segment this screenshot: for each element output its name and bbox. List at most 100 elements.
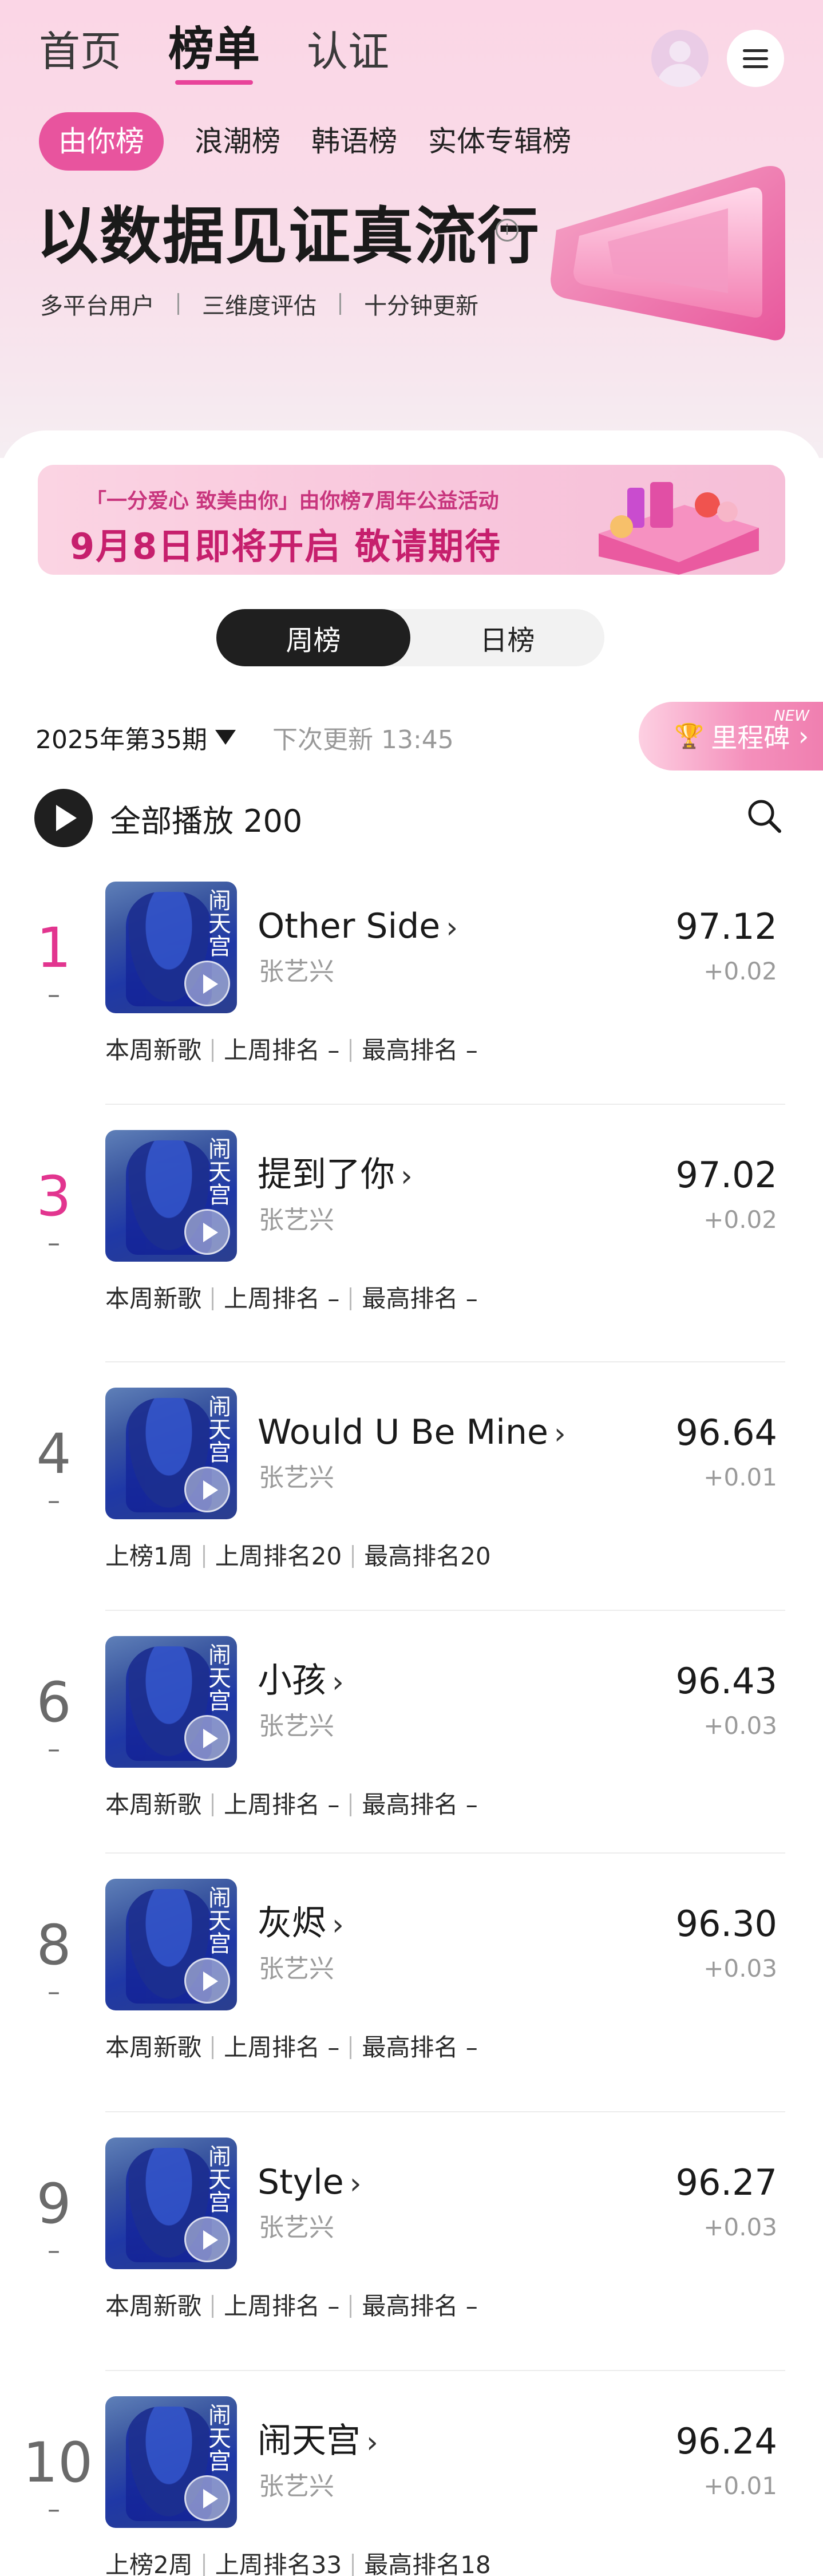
- divider: [350, 1039, 352, 1062]
- album-cover: 闹天宫: [105, 882, 237, 1013]
- meta-item: 最高排名 –: [362, 1036, 478, 1064]
- song-row[interactable]: 8 – 闹天宫 灰烬 › 张艺兴 96.30 +0.03 本周新歌 上周排名 – …: [0, 1879, 823, 2131]
- album-cover: 闹天宫: [105, 1879, 237, 2010]
- artist-name[interactable]: 张艺兴: [259, 1714, 334, 1739]
- tagline-item: 多平台用户: [40, 293, 155, 319]
- play-icon[interactable]: [184, 1209, 230, 1255]
- info-icon[interactable]: i: [496, 219, 519, 242]
- score-delta: +0.02: [703, 957, 777, 985]
- artist-name[interactable]: 张艺兴: [259, 959, 334, 985]
- next-update-text: 下次更新 13:45: [272, 725, 454, 754]
- menu-icon-line: [743, 57, 768, 60]
- play-all-button[interactable]: 全部播放 200: [34, 789, 302, 847]
- artist-name[interactable]: 张艺兴: [259, 1208, 334, 1233]
- chevron-right-icon: ›: [401, 1159, 413, 1194]
- issue-selector[interactable]: 2025年第35期 下次更新 13:45: [35, 719, 454, 756]
- song-meta: 本周新歌 上周排名 – 最高排名 –: [105, 2294, 478, 2318]
- tab-charts[interactable]: 榜单: [168, 26, 260, 85]
- artist-name[interactable]: 张艺兴: [259, 2215, 334, 2241]
- song-title[interactable]: 灰烬 ›: [258, 1906, 344, 1941]
- album-cover: 闹天宫: [105, 2396, 237, 2528]
- song-title-text: Would U Be Mine: [258, 1412, 548, 1452]
- play-all-count: 200: [243, 803, 303, 839]
- song-row[interactable]: 4 – 闹天宫 Would U Be Mine › 张艺兴 96.64 +0.01…: [0, 1388, 823, 1639]
- tagline-item: 三维度评估: [202, 293, 316, 319]
- song-row[interactable]: 1 – 闹天宫 Other Side › 张艺兴 97.12 +0.02 本周新歌…: [0, 882, 823, 1133]
- chevron-right-icon: ›: [366, 2425, 378, 2460]
- song-title-text: 提到了你: [258, 1155, 395, 1195]
- meta-item: 最高排名 –: [362, 2292, 478, 2320]
- meta-item: 上榜2周: [105, 2551, 193, 2576]
- meta-item: 上周排名 –: [224, 1285, 340, 1313]
- meta-item: 上榜1周: [105, 1542, 193, 1570]
- artist-name[interactable]: 张艺兴: [259, 1465, 334, 1491]
- search-icon[interactable]: [746, 798, 782, 833]
- play-icon[interactable]: [184, 961, 230, 1006]
- song-row[interactable]: 9 – 闹天宫 Style › 张艺兴 96.27 +0.03 本周新歌 上周排名…: [0, 2138, 823, 2389]
- chart-subtabs: 由你榜 浪潮榜 韩语榜 实体专辑榜: [39, 112, 571, 171]
- divider: [203, 1545, 205, 1568]
- song-row[interactable]: 3 – 闹天宫 提到了你 › 张艺兴 97.02 +0.02 本周新歌 上周排名 …: [0, 1130, 823, 1382]
- chevron-right-icon: ›: [332, 1665, 344, 1700]
- song-title[interactable]: 闹天宫 ›: [258, 2424, 378, 2458]
- tab-verify[interactable]: 认证: [307, 31, 389, 72]
- song-score: 97.02: [675, 1154, 778, 1196]
- song-title[interactable]: 提到了你 ›: [258, 1157, 413, 1192]
- song-title-text: Style: [258, 2162, 344, 2202]
- subtab-korean[interactable]: 韩语榜: [311, 127, 397, 156]
- menu-button[interactable]: [727, 30, 784, 87]
- tab-weekly[interactable]: 周榜: [216, 609, 410, 666]
- subtab-youni[interactable]: 由你榜: [39, 112, 164, 171]
- song-title[interactable]: Would U Be Mine ›: [258, 1415, 566, 1449]
- divider: [352, 2554, 354, 2576]
- meta-item: 本周新歌: [105, 1036, 202, 1064]
- meta-item: 最高排名 –: [362, 1791, 478, 1819]
- play-icon: [34, 789, 93, 847]
- meta-item: 本周新歌: [105, 2292, 202, 2320]
- promo-banner[interactable]: 「一分爱心 致美由你」由你榜7周年公益活动 9月8日即将开启 敬请期待: [38, 465, 785, 575]
- song-score: 96.64: [675, 1412, 778, 1453]
- period-toggle: 周榜 日榜: [216, 609, 604, 666]
- avatar[interactable]: [651, 30, 709, 87]
- cover-glyph: 闹天宫: [204, 888, 231, 957]
- tab-home[interactable]: 首页: [39, 31, 121, 72]
- row-divider: [105, 1852, 785, 1854]
- tab-daily[interactable]: 日榜: [410, 609, 604, 666]
- cover-glyph: 闹天宫: [204, 2403, 231, 2472]
- artist-name[interactable]: 张艺兴: [259, 2474, 334, 2499]
- album-cover: 闹天宫: [105, 1130, 237, 1262]
- menu-icon-line: [743, 65, 768, 68]
- play-icon[interactable]: [184, 2217, 230, 2262]
- meta-item: 最高排名18: [364, 2551, 491, 2576]
- play-icon[interactable]: [184, 2475, 230, 2521]
- milestone-button[interactable]: NEW 🏆 里程碑 ›: [639, 702, 823, 771]
- meta-item: 最高排名 –: [362, 2033, 478, 2061]
- song-title[interactable]: Other Side ›: [258, 909, 458, 943]
- issue-label: 2025年第35期: [35, 725, 207, 754]
- song-row[interactable]: 6 – 闹天宫 小孩 › 张艺兴 96.43 +0.03 本周新歌 上周排名 – …: [0, 1636, 823, 1888]
- artist-name[interactable]: 张艺兴: [259, 1957, 334, 1982]
- song-meta: 本周新歌 上周排名 – 最高排名 –: [105, 1287, 478, 1311]
- score-delta: +0.02: [703, 1206, 777, 1234]
- play-icon[interactable]: [184, 1958, 230, 2004]
- rank-trend: –: [48, 980, 60, 1009]
- song-title[interactable]: Style ›: [258, 2165, 362, 2199]
- song-title-text: 灰烬: [258, 1903, 326, 1943]
- meta-item: 上周排名 –: [224, 2033, 340, 2061]
- song-title[interactable]: 小孩 ›: [258, 1664, 344, 1698]
- row-divider: [105, 1361, 785, 1362]
- play-icon[interactable]: [184, 1715, 230, 1761]
- song-meta: 本周新歌 上周排名 – 最高排名 –: [105, 1793, 478, 1817]
- row-divider: [105, 2111, 785, 2112]
- divider: [203, 2554, 205, 2576]
- subtab-physical-album[interactable]: 实体专辑榜: [428, 127, 571, 156]
- play-icon[interactable]: [184, 1467, 230, 1512]
- menu-icon-line: [743, 49, 768, 52]
- tagline: 多平台用户 三维度评估 十分钟更新: [40, 287, 478, 321]
- row-divider: [105, 1610, 785, 1611]
- song-meta: 本周新歌 上周排名 – 最高排名 –: [105, 1038, 478, 1062]
- song-row[interactable]: 10 – 闹天宫 闹天宫 › 张艺兴 96.24 +0.01 上榜2周 上周排名3…: [0, 2396, 823, 2576]
- divider: [350, 1287, 352, 1310]
- caret-down-icon: [215, 730, 236, 745]
- subtab-wave[interactable]: 浪潮榜: [195, 127, 280, 156]
